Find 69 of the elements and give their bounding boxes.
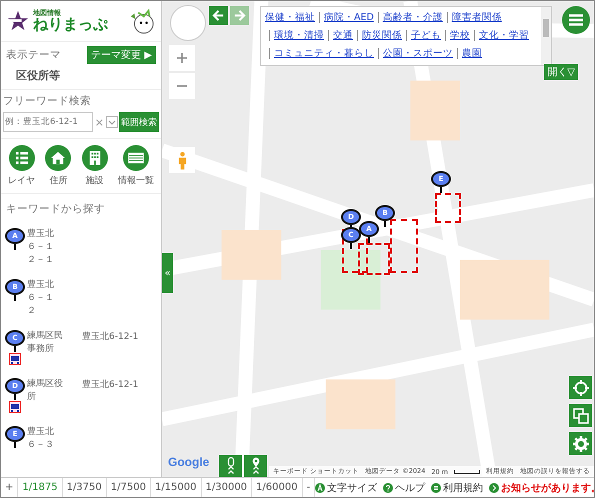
result-name[interactable]: 練馬区役所 bbox=[27, 378, 67, 404]
table-icon bbox=[122, 145, 149, 171]
building-icon bbox=[82, 145, 108, 171]
theme-value: 区役所等 bbox=[15, 68, 61, 83]
result-name[interactable]: 練馬区民事務所 bbox=[27, 330, 67, 356]
circle-bullet-icon bbox=[315, 482, 326, 492]
zoom-in-button[interactable] bbox=[169, 45, 195, 71]
person-icon bbox=[178, 150, 186, 170]
category-link[interactable]: 環境・清掃 bbox=[269, 30, 324, 41]
search-field[interactable]: 例：豊玉北6-12-1 bbox=[3, 112, 93, 132]
result-name[interactable]: 豊玉北６－３ bbox=[27, 426, 61, 452]
open-button[interactable]: 開く▽ bbox=[544, 64, 578, 80]
result-address: 豊玉北6-12-1 bbox=[82, 378, 138, 391]
street-view-toggle-button[interactable] bbox=[219, 455, 242, 477]
tool-button[interactable]: 情報一覧 bbox=[118, 145, 154, 187]
pin-toggle-button[interactable] bbox=[244, 455, 267, 477]
result-address: 豊玉北6-12-1 bbox=[82, 330, 138, 343]
circle-bullet-icon bbox=[431, 482, 442, 492]
theme-change-button[interactable]: テーマ変更 ▶ bbox=[87, 46, 156, 64]
category-link[interactable]: 文化・学習 bbox=[474, 30, 529, 41]
area-search-button[interactable]: 範囲検索 bbox=[119, 112, 159, 132]
tool-button[interactable]: 住所 bbox=[45, 145, 72, 187]
scrollbar[interactable] bbox=[541, 7, 551, 65]
office-icon bbox=[9, 401, 21, 413]
search-label: フリーワード検索 bbox=[3, 94, 92, 108]
collapse-sidebar-button[interactable]: « bbox=[162, 253, 173, 293]
category-link[interactable]: 保健・福祉 bbox=[265, 12, 315, 23]
footer-link[interactable]: 文字サイズ bbox=[315, 480, 378, 494]
category-link[interactable]: 交通 bbox=[328, 30, 353, 41]
google-logo: Google bbox=[168, 455, 210, 469]
circle-bullet-icon bbox=[383, 482, 394, 492]
dropdown-icon[interactable] bbox=[106, 116, 118, 128]
left-arrow-icon bbox=[212, 9, 225, 22]
tool-button[interactable]: 施設 bbox=[82, 145, 108, 187]
logo-title: ねりまっぷ bbox=[33, 17, 109, 32]
settings-button[interactable] bbox=[569, 432, 592, 455]
footer-link[interactable]: 利用規約 bbox=[431, 480, 484, 494]
menu-icon bbox=[569, 14, 583, 26]
category-link[interactable]: 子ども bbox=[406, 30, 441, 41]
highlight-frame bbox=[435, 193, 461, 223]
star-logo-icon bbox=[7, 10, 29, 32]
keyword-heading: キーワードから探す bbox=[6, 202, 106, 216]
overlapping-squares-icon bbox=[572, 408, 588, 424]
tool-button[interactable]: レイヤ bbox=[8, 145, 36, 187]
category-link[interactable]: 病院・AED bbox=[319, 12, 374, 23]
right-arrow-icon bbox=[233, 9, 246, 22]
theme-label: 表示テーマ bbox=[6, 48, 61, 62]
category-link[interactable]: 障害者関係 bbox=[446, 12, 502, 23]
circle-bullet-icon bbox=[489, 482, 500, 492]
plus-icon bbox=[176, 52, 188, 64]
layers-button[interactable] bbox=[569, 404, 592, 427]
house-icon bbox=[45, 145, 72, 171]
history-button[interactable] bbox=[209, 6, 228, 25]
crosshair-icon bbox=[572, 380, 588, 396]
result-name[interactable]: 豊玉北６－１２ bbox=[27, 279, 61, 318]
result-name[interactable]: 豊玉北６－１２－１ bbox=[27, 228, 61, 267]
location-pin-icon bbox=[250, 456, 260, 476]
office-icon bbox=[9, 353, 21, 365]
settings-icon bbox=[572, 436, 588, 452]
category-link[interactable]: 学校 bbox=[445, 30, 470, 41]
locate-button[interactable] bbox=[569, 376, 592, 399]
category-link[interactable]: コミュニティ・暮らし bbox=[269, 48, 374, 59]
scale-bar bbox=[454, 470, 480, 474]
category-link[interactable]: 農園 bbox=[457, 48, 482, 59]
category-link[interactable]: 公園・スポーツ bbox=[378, 48, 453, 59]
category-link[interactable]: 高齢者・介護 bbox=[378, 12, 443, 23]
footer-link[interactable]: ヘルプ bbox=[383, 480, 426, 494]
list-icon bbox=[8, 145, 35, 171]
category-link[interactable]: 防災関係 bbox=[357, 30, 402, 41]
